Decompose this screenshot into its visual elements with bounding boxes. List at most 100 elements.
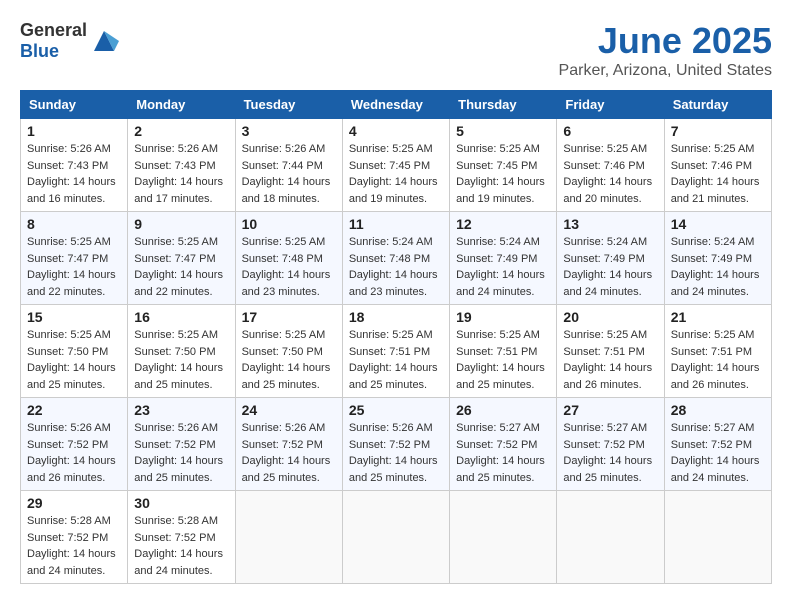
calendar-cell: 19 Sunrise: 5:25 AM Sunset: 7:51 PM Dayl… <box>450 305 557 398</box>
day-info: Sunrise: 5:24 AM Sunset: 7:48 PM Dayligh… <box>349 234 443 300</box>
calendar-cell: 24 Sunrise: 5:26 AM Sunset: 7:52 PM Dayl… <box>235 398 342 491</box>
calendar-cell: 12 Sunrise: 5:24 AM Sunset: 7:49 PM Dayl… <box>450 212 557 305</box>
day-info: Sunrise: 5:25 AM Sunset: 7:48 PM Dayligh… <box>242 234 336 300</box>
col-sunday: Sunday <box>21 91 128 119</box>
calendar-cell: 18 Sunrise: 5:25 AM Sunset: 7:51 PM Dayl… <box>342 305 449 398</box>
col-friday: Friday <box>557 91 664 119</box>
day-number: 19 <box>456 309 550 325</box>
day-info: Sunrise: 5:25 AM Sunset: 7:45 PM Dayligh… <box>349 141 443 207</box>
day-info: Sunrise: 5:26 AM Sunset: 7:52 PM Dayligh… <box>349 420 443 486</box>
day-info: Sunrise: 5:25 AM Sunset: 7:51 PM Dayligh… <box>563 327 657 393</box>
day-info: Sunrise: 5:25 AM Sunset: 7:46 PM Dayligh… <box>563 141 657 207</box>
day-number: 13 <box>563 216 657 232</box>
day-number: 1 <box>27 123 121 139</box>
day-number: 26 <box>456 402 550 418</box>
day-number: 27 <box>563 402 657 418</box>
week-row-3: 15 Sunrise: 5:25 AM Sunset: 7:50 PM Dayl… <box>21 305 772 398</box>
day-number: 12 <box>456 216 550 232</box>
day-info: Sunrise: 5:25 AM Sunset: 7:46 PM Dayligh… <box>671 141 765 207</box>
week-row-4: 22 Sunrise: 5:26 AM Sunset: 7:52 PM Dayl… <box>21 398 772 491</box>
day-info: Sunrise: 5:26 AM Sunset: 7:52 PM Dayligh… <box>242 420 336 486</box>
calendar-cell: 13 Sunrise: 5:24 AM Sunset: 7:49 PM Dayl… <box>557 212 664 305</box>
week-row-2: 8 Sunrise: 5:25 AM Sunset: 7:47 PM Dayli… <box>21 212 772 305</box>
day-number: 11 <box>349 216 443 232</box>
day-number: 30 <box>134 495 228 511</box>
day-info: Sunrise: 5:26 AM Sunset: 7:52 PM Dayligh… <box>134 420 228 486</box>
day-number: 29 <box>27 495 121 511</box>
logo-icon <box>89 26 119 56</box>
day-number: 6 <box>563 123 657 139</box>
day-info: Sunrise: 5:25 AM Sunset: 7:50 PM Dayligh… <box>242 327 336 393</box>
day-number: 3 <box>242 123 336 139</box>
day-info: Sunrise: 5:27 AM Sunset: 7:52 PM Dayligh… <box>671 420 765 486</box>
calendar-cell: 3 Sunrise: 5:26 AM Sunset: 7:44 PM Dayli… <box>235 119 342 212</box>
calendar-cell: 11 Sunrise: 5:24 AM Sunset: 7:48 PM Dayl… <box>342 212 449 305</box>
calendar-cell: 10 Sunrise: 5:25 AM Sunset: 7:48 PM Dayl… <box>235 212 342 305</box>
day-number: 9 <box>134 216 228 232</box>
calendar-cell: 20 Sunrise: 5:25 AM Sunset: 7:51 PM Dayl… <box>557 305 664 398</box>
calendar-cell: 28 Sunrise: 5:27 AM Sunset: 7:52 PM Dayl… <box>664 398 771 491</box>
logo: General Blue <box>20 20 119 62</box>
calendar-cell: 8 Sunrise: 5:25 AM Sunset: 7:47 PM Dayli… <box>21 212 128 305</box>
day-number: 16 <box>134 309 228 325</box>
month-title: June 2025 <box>559 20 772 62</box>
calendar-table: Sunday Monday Tuesday Wednesday Thursday… <box>20 90 772 584</box>
calendar-cell: 4 Sunrise: 5:25 AM Sunset: 7:45 PM Dayli… <box>342 119 449 212</box>
col-wednesday: Wednesday <box>342 91 449 119</box>
calendar-cell: 17 Sunrise: 5:25 AM Sunset: 7:50 PM Dayl… <box>235 305 342 398</box>
calendar-cell: 21 Sunrise: 5:25 AM Sunset: 7:51 PM Dayl… <box>664 305 771 398</box>
day-info: Sunrise: 5:25 AM Sunset: 7:45 PM Dayligh… <box>456 141 550 207</box>
day-info: Sunrise: 5:25 AM Sunset: 7:51 PM Dayligh… <box>349 327 443 393</box>
calendar-cell: 26 Sunrise: 5:27 AM Sunset: 7:52 PM Dayl… <box>450 398 557 491</box>
day-number: 2 <box>134 123 228 139</box>
calendar-cell: 6 Sunrise: 5:25 AM Sunset: 7:46 PM Dayli… <box>557 119 664 212</box>
day-number: 8 <box>27 216 121 232</box>
day-number: 22 <box>27 402 121 418</box>
day-number: 7 <box>671 123 765 139</box>
day-number: 4 <box>349 123 443 139</box>
calendar-header-row: Sunday Monday Tuesday Wednesday Thursday… <box>21 91 772 119</box>
col-tuesday: Tuesday <box>235 91 342 119</box>
logo-general: General <box>20 20 87 40</box>
col-thursday: Thursday <box>450 91 557 119</box>
logo-blue: Blue <box>20 41 59 61</box>
day-info: Sunrise: 5:28 AM Sunset: 7:52 PM Dayligh… <box>27 513 121 579</box>
calendar-cell: 5 Sunrise: 5:25 AM Sunset: 7:45 PM Dayli… <box>450 119 557 212</box>
day-number: 10 <box>242 216 336 232</box>
calendar-cell: 22 Sunrise: 5:26 AM Sunset: 7:52 PM Dayl… <box>21 398 128 491</box>
calendar-cell: 30 Sunrise: 5:28 AM Sunset: 7:52 PM Dayl… <box>128 491 235 584</box>
day-number: 5 <box>456 123 550 139</box>
day-info: Sunrise: 5:27 AM Sunset: 7:52 PM Dayligh… <box>456 420 550 486</box>
day-info: Sunrise: 5:26 AM Sunset: 7:43 PM Dayligh… <box>27 141 121 207</box>
day-number: 14 <box>671 216 765 232</box>
day-number: 23 <box>134 402 228 418</box>
day-number: 28 <box>671 402 765 418</box>
day-info: Sunrise: 5:24 AM Sunset: 7:49 PM Dayligh… <box>563 234 657 300</box>
calendar-cell: 16 Sunrise: 5:25 AM Sunset: 7:50 PM Dayl… <box>128 305 235 398</box>
calendar-cell <box>342 491 449 584</box>
location-title: Parker, Arizona, United States <box>559 62 772 80</box>
calendar-cell: 15 Sunrise: 5:25 AM Sunset: 7:50 PM Dayl… <box>21 305 128 398</box>
calendar-cell: 1 Sunrise: 5:26 AM Sunset: 7:43 PM Dayli… <box>21 119 128 212</box>
day-number: 25 <box>349 402 443 418</box>
day-info: Sunrise: 5:26 AM Sunset: 7:52 PM Dayligh… <box>27 420 121 486</box>
day-info: Sunrise: 5:24 AM Sunset: 7:49 PM Dayligh… <box>456 234 550 300</box>
day-info: Sunrise: 5:25 AM Sunset: 7:50 PM Dayligh… <box>134 327 228 393</box>
day-info: Sunrise: 5:25 AM Sunset: 7:51 PM Dayligh… <box>456 327 550 393</box>
calendar-cell: 29 Sunrise: 5:28 AM Sunset: 7:52 PM Dayl… <box>21 491 128 584</box>
week-row-5: 29 Sunrise: 5:28 AM Sunset: 7:52 PM Dayl… <box>21 491 772 584</box>
day-info: Sunrise: 5:26 AM Sunset: 7:44 PM Dayligh… <box>242 141 336 207</box>
day-info: Sunrise: 5:25 AM Sunset: 7:51 PM Dayligh… <box>671 327 765 393</box>
calendar-cell <box>664 491 771 584</box>
week-row-1: 1 Sunrise: 5:26 AM Sunset: 7:43 PM Dayli… <box>21 119 772 212</box>
page-header: General Blue June 2025 Parker, Arizona, … <box>20 20 772 80</box>
day-info: Sunrise: 5:26 AM Sunset: 7:43 PM Dayligh… <box>134 141 228 207</box>
calendar-cell: 2 Sunrise: 5:26 AM Sunset: 7:43 PM Dayli… <box>128 119 235 212</box>
day-number: 18 <box>349 309 443 325</box>
day-info: Sunrise: 5:28 AM Sunset: 7:52 PM Dayligh… <box>134 513 228 579</box>
day-number: 20 <box>563 309 657 325</box>
calendar-cell <box>450 491 557 584</box>
day-number: 21 <box>671 309 765 325</box>
calendar-cell: 23 Sunrise: 5:26 AM Sunset: 7:52 PM Dayl… <box>128 398 235 491</box>
calendar-cell: 9 Sunrise: 5:25 AM Sunset: 7:47 PM Dayli… <box>128 212 235 305</box>
